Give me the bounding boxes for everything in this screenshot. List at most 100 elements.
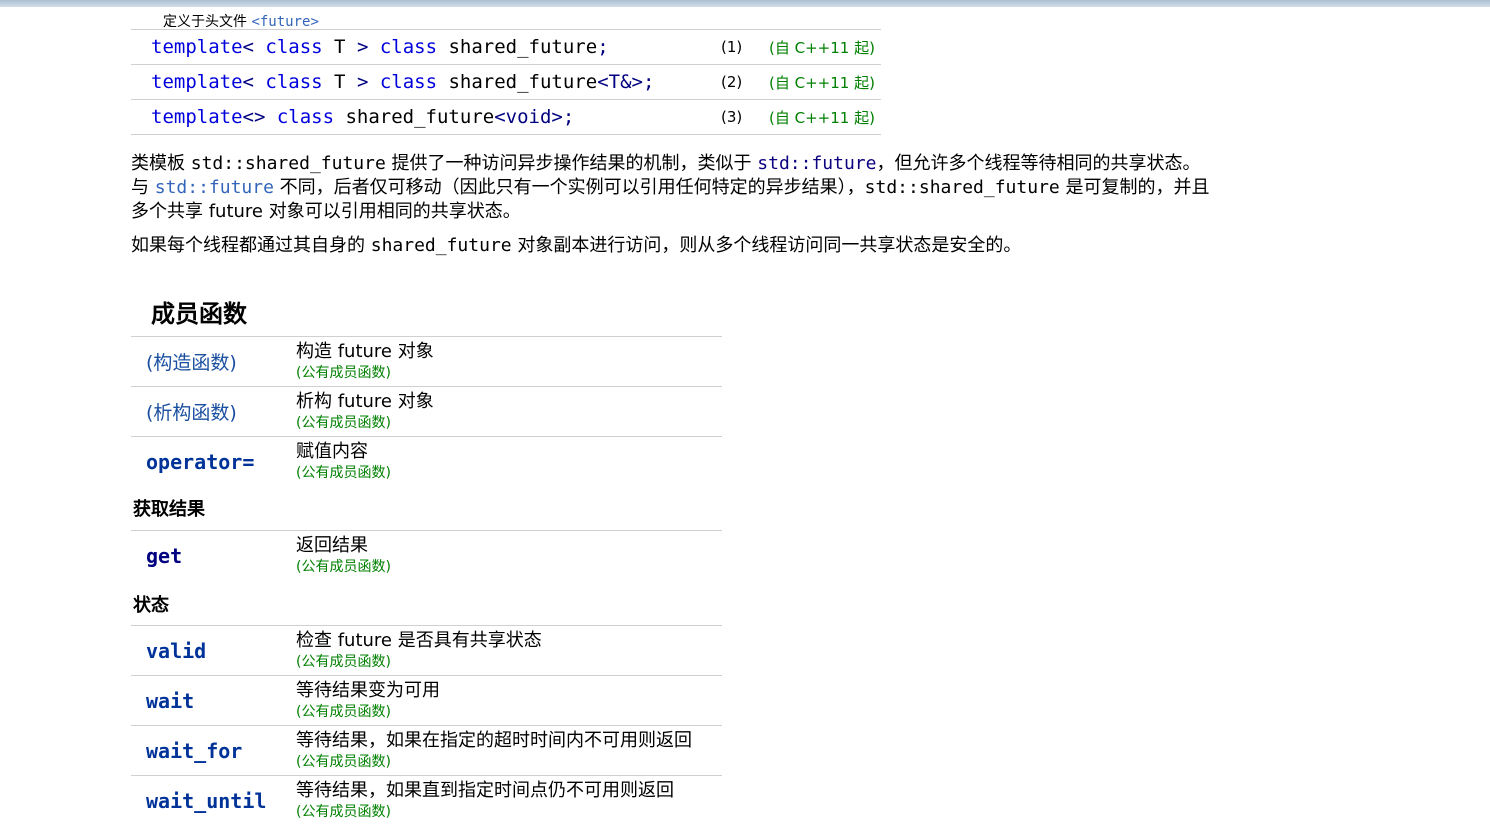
member-desc-cell: 赋值内容 (公有成员函数) [296, 436, 722, 486]
member-table-state: valid 检查 future 是否具有共享状态 (公有成员函数) wait 等待… [131, 625, 722, 825]
defined-in-label: 定义于头文件 [163, 14, 247, 30]
text: 不同，后者仅可移动（因此只有一个实例可以引用任何特定的异步结果）， [273, 177, 865, 198]
declaration-number: (2) [721, 64, 769, 100]
member-name-cell: wait_until [131, 775, 296, 825]
destructor-link[interactable]: (析构函数) [146, 402, 237, 424]
punct: <T&>; [597, 71, 655, 93]
declaration-row: template<> class shared_future<void>; (3… [131, 99, 881, 135]
member-desc: 等待结果变为可用 [296, 679, 440, 701]
description-line: 与 std::future 不同，后者仅可移动（因此只有一个实例可以引用任何特定… [131, 176, 1209, 200]
member-name-cell: (析构函数) [131, 386, 296, 437]
wait-until-link[interactable]: wait_until [146, 789, 266, 813]
declaration-row: template< class T > class shared_future;… [131, 29, 881, 65]
member-row: get 返回结果 (公有成员函数) [131, 530, 722, 580]
declaration-since: (自 C++11 起) [769, 29, 881, 65]
member-row: (构造函数) 构造 future 对象 (公有成员函数) [131, 336, 722, 387]
get-link[interactable]: get [146, 544, 182, 568]
group-title-get-result: 获取结果 [133, 499, 205, 520]
declaration-row: template< class T > class shared_future<… [131, 64, 881, 100]
section-title-members: 成员函数 [151, 300, 247, 328]
future-link[interactable]: std::future [757, 153, 876, 174]
inline-code: std::shared_future [190, 153, 386, 174]
class-name: shared_future [334, 106, 495, 128]
kw-class: class [265, 71, 323, 93]
window-top-bar [0, 0, 1490, 7]
member-desc-cell: 返回结果 (公有成员函数) [296, 530, 722, 580]
operator-assign-link[interactable]: operator= [146, 450, 254, 474]
text: 如果每个线程都通过其自身的 [131, 235, 371, 256]
punct: > [356, 36, 369, 58]
declaration-number: (3) [721, 99, 769, 135]
member-row: wait_for 等待结果，如果在指定的超时时间内不可用则返回 (公有成员函数) [131, 725, 722, 776]
member-row: (析构函数) 析构 future 对象 (公有成员函数) [131, 386, 722, 437]
member-row: wait 等待结果变为可用 (公有成员函数) [131, 675, 722, 726]
declaration-code: template< class T > class shared_future<… [131, 64, 721, 100]
description-line: 类模板 std::shared_future 提供了一种访问异步操作结果的机制，… [131, 152, 1209, 176]
group-title-state: 状态 [133, 595, 169, 616]
declaration-code: template<> class shared_future<void>; [131, 99, 721, 135]
member-desc-cell: 等待结果变为可用 (公有成员函数) [296, 675, 722, 726]
member-row: operator= 赋值内容 (公有成员函数) [131, 436, 722, 486]
text: 提供了一种访问异步操作结果的机制，类似于 [385, 153, 758, 174]
member-desc: 检查 future 是否具有共享状态 [296, 629, 542, 651]
kw-class: class [265, 106, 335, 128]
member-desc: 构造 future 对象 [296, 340, 434, 362]
kw-template: template [151, 71, 243, 93]
description-paragraph-2: 如果每个线程都通过其自身的 shared_future 对象副本进行访问，则从多… [131, 234, 1021, 258]
declaration-code: template< class T > class shared_future; [131, 29, 721, 65]
valid-link[interactable]: valid [146, 639, 206, 663]
member-name-cell: operator= [131, 436, 296, 486]
text: 是可复制的，并且 [1059, 177, 1210, 198]
kw-class: class [368, 71, 438, 93]
declaration-since: (自 C++11 起) [769, 64, 881, 100]
declaration-since: (自 C++11 起) [769, 99, 881, 135]
kw-class: class [265, 36, 323, 58]
member-table-basic: (构造函数) 构造 future 对象 (公有成员函数) (析构函数) 析构 fu… [131, 336, 722, 486]
class-name: shared_future [437, 36, 598, 58]
member-tag: (公有成员函数) [296, 753, 391, 770]
member-tag: (公有成员函数) [296, 464, 391, 481]
kw-template: template [151, 106, 243, 128]
punct: <void>; [494, 106, 575, 128]
text: ，但允许多个线程等待相同的共享状态。 [876, 153, 1201, 174]
member-desc-cell: 等待结果，如果在指定的超时时间内不可用则返回 (公有成员函数) [296, 725, 722, 776]
member-tag: (公有成员函数) [296, 558, 391, 575]
member-desc: 析构 future 对象 [296, 390, 434, 412]
wait-for-link[interactable]: wait_for [146, 739, 242, 763]
member-desc-cell: 检查 future 是否具有共享状态 (公有成员函数) [296, 625, 722, 676]
punct: > [356, 71, 369, 93]
type-param: T [322, 71, 357, 93]
text: 对象副本进行访问，则从多个线程访问同一共享状态是安全的。 [511, 235, 1022, 256]
punct: < [242, 36, 266, 58]
header-file-link[interactable]: <future> [251, 14, 318, 30]
header-definition: 定义于头文件 <future> [163, 11, 319, 31]
declaration-number: (1) [721, 29, 769, 65]
member-desc-cell: 构造 future 对象 (公有成员函数) [296, 336, 722, 387]
member-tag: (公有成员函数) [296, 803, 391, 820]
member-desc: 等待结果，如果直到指定时间点仍不可用则返回 [296, 779, 674, 801]
future-link[interactable]: std::future [155, 177, 274, 198]
member-name-cell: wait [131, 675, 296, 726]
member-table-get: get 返回结果 (公有成员函数) [131, 530, 722, 580]
member-tag: (公有成员函数) [296, 653, 391, 670]
member-row: valid 检查 future 是否具有共享状态 (公有成员函数) [131, 625, 722, 676]
inline-code: std::shared_future [864, 177, 1060, 198]
constructor-link[interactable]: (构造函数) [146, 352, 237, 374]
member-tag: (公有成员函数) [296, 703, 391, 720]
kw-template: template [151, 36, 243, 58]
text: 类模板 [131, 153, 191, 174]
member-name-cell: wait_for [131, 725, 296, 776]
punct: ; [597, 36, 609, 58]
punct: < [242, 71, 266, 93]
wait-link[interactable]: wait [146, 689, 194, 713]
inline-code: shared_future [370, 235, 512, 256]
type-param: T [322, 36, 357, 58]
member-name-cell: valid [131, 625, 296, 676]
punct: <> [242, 106, 266, 128]
member-desc-cell: 析构 future 对象 (公有成员函数) [296, 386, 722, 437]
member-desc-cell: 等待结果，如果直到指定时间点仍不可用则返回 (公有成员函数) [296, 775, 722, 825]
description-paragraph-1: 类模板 std::shared_future 提供了一种访问异步操作结果的机制，… [131, 152, 1209, 224]
member-desc: 等待结果，如果在指定的超时时间内不可用则返回 [296, 729, 692, 751]
declaration-table: template< class T > class shared_future;… [131, 29, 881, 135]
member-name-cell: (构造函数) [131, 336, 296, 387]
